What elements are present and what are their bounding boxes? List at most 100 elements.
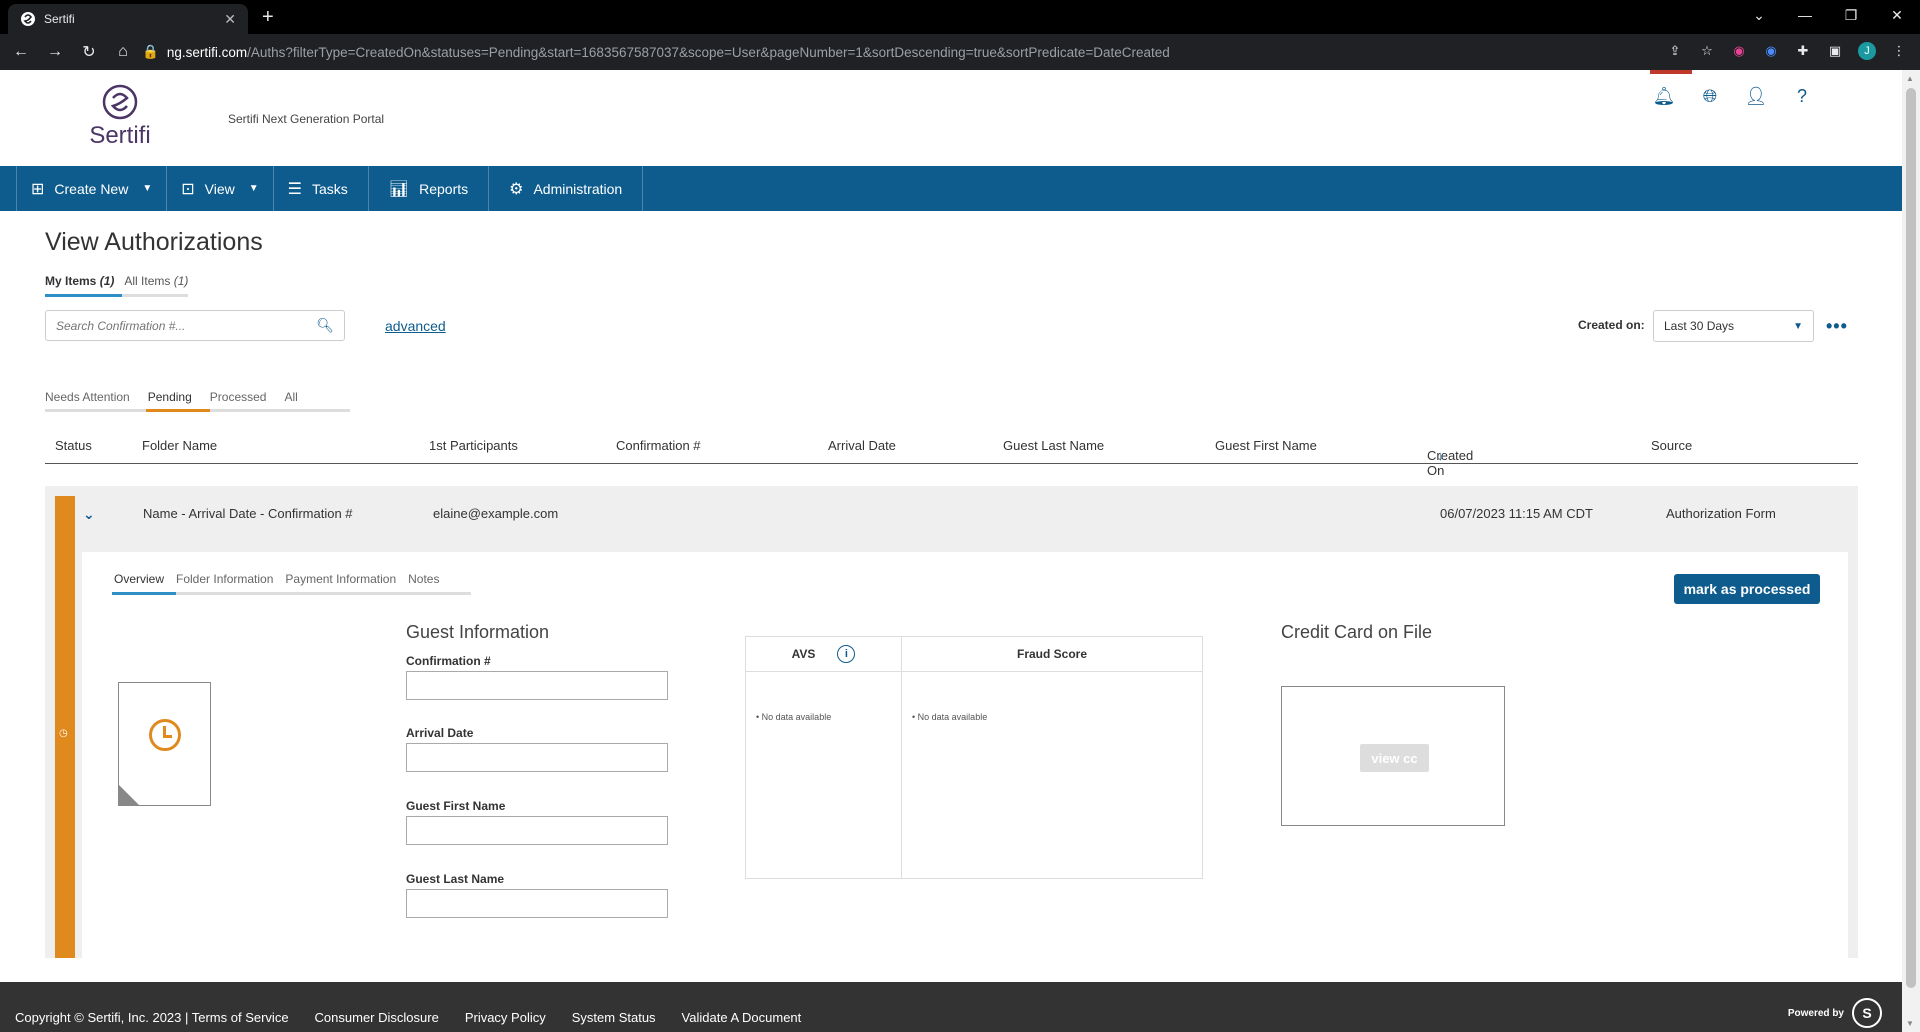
col-source[interactable]: Source: [1651, 438, 1692, 453]
row-folder-name[interactable]: Name - Arrival Date - Confirmation #: [143, 506, 353, 521]
tab-my-items[interactable]: My Items (1): [45, 274, 123, 297]
info-icon[interactable]: i: [837, 645, 856, 663]
col-guest-first-name[interactable]: Guest First Name: [1215, 438, 1317, 453]
scrollbar-thumb[interactable]: [1906, 88, 1916, 988]
chevron-down-icon[interactable]: ▼: [142, 183, 152, 194]
guest-first-name-field[interactable]: [406, 816, 668, 845]
search-input[interactable]: [56, 318, 317, 333]
footer-privacy-policy[interactable]: Privacy Policy: [465, 1010, 546, 1025]
home-icon[interactable]: ⌂: [110, 43, 136, 61]
lock-icon: 🔒: [142, 44, 159, 59]
browser-tab[interactable]: Sertifi ✕: [8, 4, 248, 34]
sertifi-logo[interactable]: Sertifi: [84, 84, 156, 150]
browser-menu-icon[interactable]: ⋮: [1890, 42, 1908, 60]
tab-pending[interactable]: Pending: [145, 390, 210, 412]
nav-administration-label: Administration: [533, 180, 623, 197]
create-folder-icon: ⊞: [31, 180, 45, 198]
col-guest-last-name[interactable]: Guest Last Name: [1003, 438, 1104, 453]
fraud-score-column: Fraud Score • No data available: [902, 637, 1202, 878]
tab-search-icon[interactable]: ⌄: [1736, 0, 1782, 30]
notifications-bell-icon[interactable]: 🔔︎: [1650, 70, 1692, 108]
share-icon[interactable]: ⇪: [1666, 42, 1684, 60]
col-created-on-label: Created On: [1427, 448, 1474, 478]
close-window-icon[interactable]: ✕: [1874, 0, 1920, 30]
notification-indicator: [1650, 70, 1692, 74]
extension-password-icon[interactable]: ◉: [1762, 42, 1780, 60]
page-scrollbar[interactable]: ▲ ▼: [1902, 70, 1920, 1032]
globe-icon[interactable]: 🌐︎: [1698, 84, 1722, 108]
guest-info-title: Guest Information: [406, 622, 550, 642]
search-icon[interactable]: 🔍︎: [316, 317, 334, 334]
mark-as-processed-button[interactable]: mark as processed: [1674, 574, 1820, 604]
nav-view[interactable]: ⊡ View ▼: [167, 166, 274, 211]
restore-icon[interactable]: ❐: [1828, 0, 1874, 30]
nav-reports[interactable]: 📊︎ Reports: [369, 166, 490, 211]
extension-color-icon[interactable]: ◉: [1730, 42, 1748, 60]
detail-tabs: Overview Folder Information Payment Info…: [111, 572, 471, 595]
tab-all[interactable]: All: [284, 390, 297, 404]
advanced-search-link[interactable]: advanced: [385, 318, 446, 334]
tab-payment-information[interactable]: Payment Information: [285, 572, 396, 586]
col-arrival-date[interactable]: Arrival Date: [828, 438, 896, 453]
guest-last-name-field[interactable]: [406, 889, 668, 918]
tab-notes[interactable]: Notes: [408, 572, 439, 586]
footer-copyright-terms[interactable]: Copyright © Sertifi, Inc. 2023 | Terms o…: [15, 1010, 289, 1025]
tab-overview[interactable]: Overview: [111, 572, 177, 595]
guest-first-name-label: Guest First Name: [406, 799, 506, 813]
more-options-icon[interactable]: •••: [1826, 316, 1848, 337]
fraud-score-header: Fraud Score: [902, 637, 1202, 672]
side-panel-icon[interactable]: ▣: [1826, 42, 1844, 60]
nav-tasks[interactable]: ☰ Tasks: [274, 166, 369, 211]
expand-chevron-icon[interactable]: ⌄: [83, 506, 95, 523]
avs-fraud-table: AVS i • No data available Fraud Score • …: [745, 636, 1203, 879]
browser-address-bar: ← → ↻ ⌂ 🔒 ng.sertifi.com/Auths?filterTyp…: [0, 34, 1920, 70]
chevron-down-icon[interactable]: ▼: [249, 183, 259, 194]
arrival-date-field[interactable]: [406, 743, 668, 772]
url-field[interactable]: 🔒 ng.sertifi.com/Auths?filterType=Create…: [142, 39, 1682, 65]
credit-card-box: view cc: [1281, 686, 1505, 826]
logo-text: Sertifi: [89, 122, 151, 149]
tab-folder-information[interactable]: Folder Information: [176, 572, 273, 586]
app-header: Sertifi Sertifi Next Generation Portal 🔔…: [0, 70, 1900, 166]
help-icon[interactable]: ?: [1790, 84, 1814, 108]
nav-create-new[interactable]: ⊞ Create New ▼: [16, 166, 168, 211]
nav-create-new-label: Create New: [54, 180, 129, 197]
user-icon[interactable]: 👤︎: [1744, 84, 1768, 108]
footer-system-status[interactable]: System Status: [572, 1010, 656, 1025]
tab-all-items[interactable]: All Items (1): [124, 274, 188, 288]
view-cc-button[interactable]: view cc: [1360, 744, 1429, 772]
col-folder-name[interactable]: Folder Name: [142, 438, 217, 453]
footer-consumer-disclosure[interactable]: Consumer Disclosure: [315, 1010, 439, 1025]
col-participants[interactable]: 1st Participants: [429, 438, 518, 453]
tab-processed[interactable]: Processed: [210, 390, 267, 404]
bookmark-star-icon[interactable]: ☆: [1698, 42, 1716, 60]
header-icons: 🔔︎ 🌐︎ 👤︎ ?: [1650, 70, 1814, 108]
footer-validate-document[interactable]: Validate A Document: [682, 1010, 802, 1025]
nav-administration[interactable]: ⚙ Administration: [489, 166, 644, 211]
page-title: View Authorizations: [45, 228, 263, 256]
scope-tabs: My Items (1) All Items (1): [45, 274, 189, 297]
tab-needs-attention[interactable]: Needs Attention: [45, 390, 130, 404]
close-tab-icon[interactable]: ✕: [224, 11, 236, 28]
col-confirmation[interactable]: Confirmation #: [616, 438, 701, 453]
new-tab-icon[interactable]: +: [262, 6, 274, 29]
tab-all-items-label: All Items: [124, 274, 171, 288]
back-icon[interactable]: ←: [8, 43, 34, 61]
tab-all-items-count: (1): [173, 274, 189, 288]
extensions-puzzle-icon[interactable]: ✚: [1794, 42, 1812, 60]
col-status[interactable]: Status: [55, 438, 92, 453]
scroll-down-icon[interactable]: ▼: [1906, 1019, 1914, 1028]
created-on-label: Created on:: [1578, 318, 1645, 332]
scroll-up-icon[interactable]: ▲: [1906, 74, 1914, 83]
document-thumbnail[interactable]: [118, 682, 211, 806]
confirmation-field[interactable]: [406, 671, 668, 700]
row-created-on: 06/07/2023 11:15 AM CDT: [1440, 506, 1593, 521]
footer-links: Copyright © Sertifi, Inc. 2023 | Terms o…: [15, 1010, 801, 1025]
reload-icon[interactable]: ↻: [76, 42, 102, 62]
profile-avatar[interactable]: J: [1858, 42, 1876, 60]
minimize-icon[interactable]: —: [1782, 0, 1828, 30]
tasks-icon: ☰: [287, 180, 302, 198]
forward-icon[interactable]: →: [42, 43, 68, 61]
sertifi-badge-icon[interactable]: S: [1852, 998, 1882, 1028]
created-on-select[interactable]: Last 30 Days ▼: [1653, 310, 1814, 342]
